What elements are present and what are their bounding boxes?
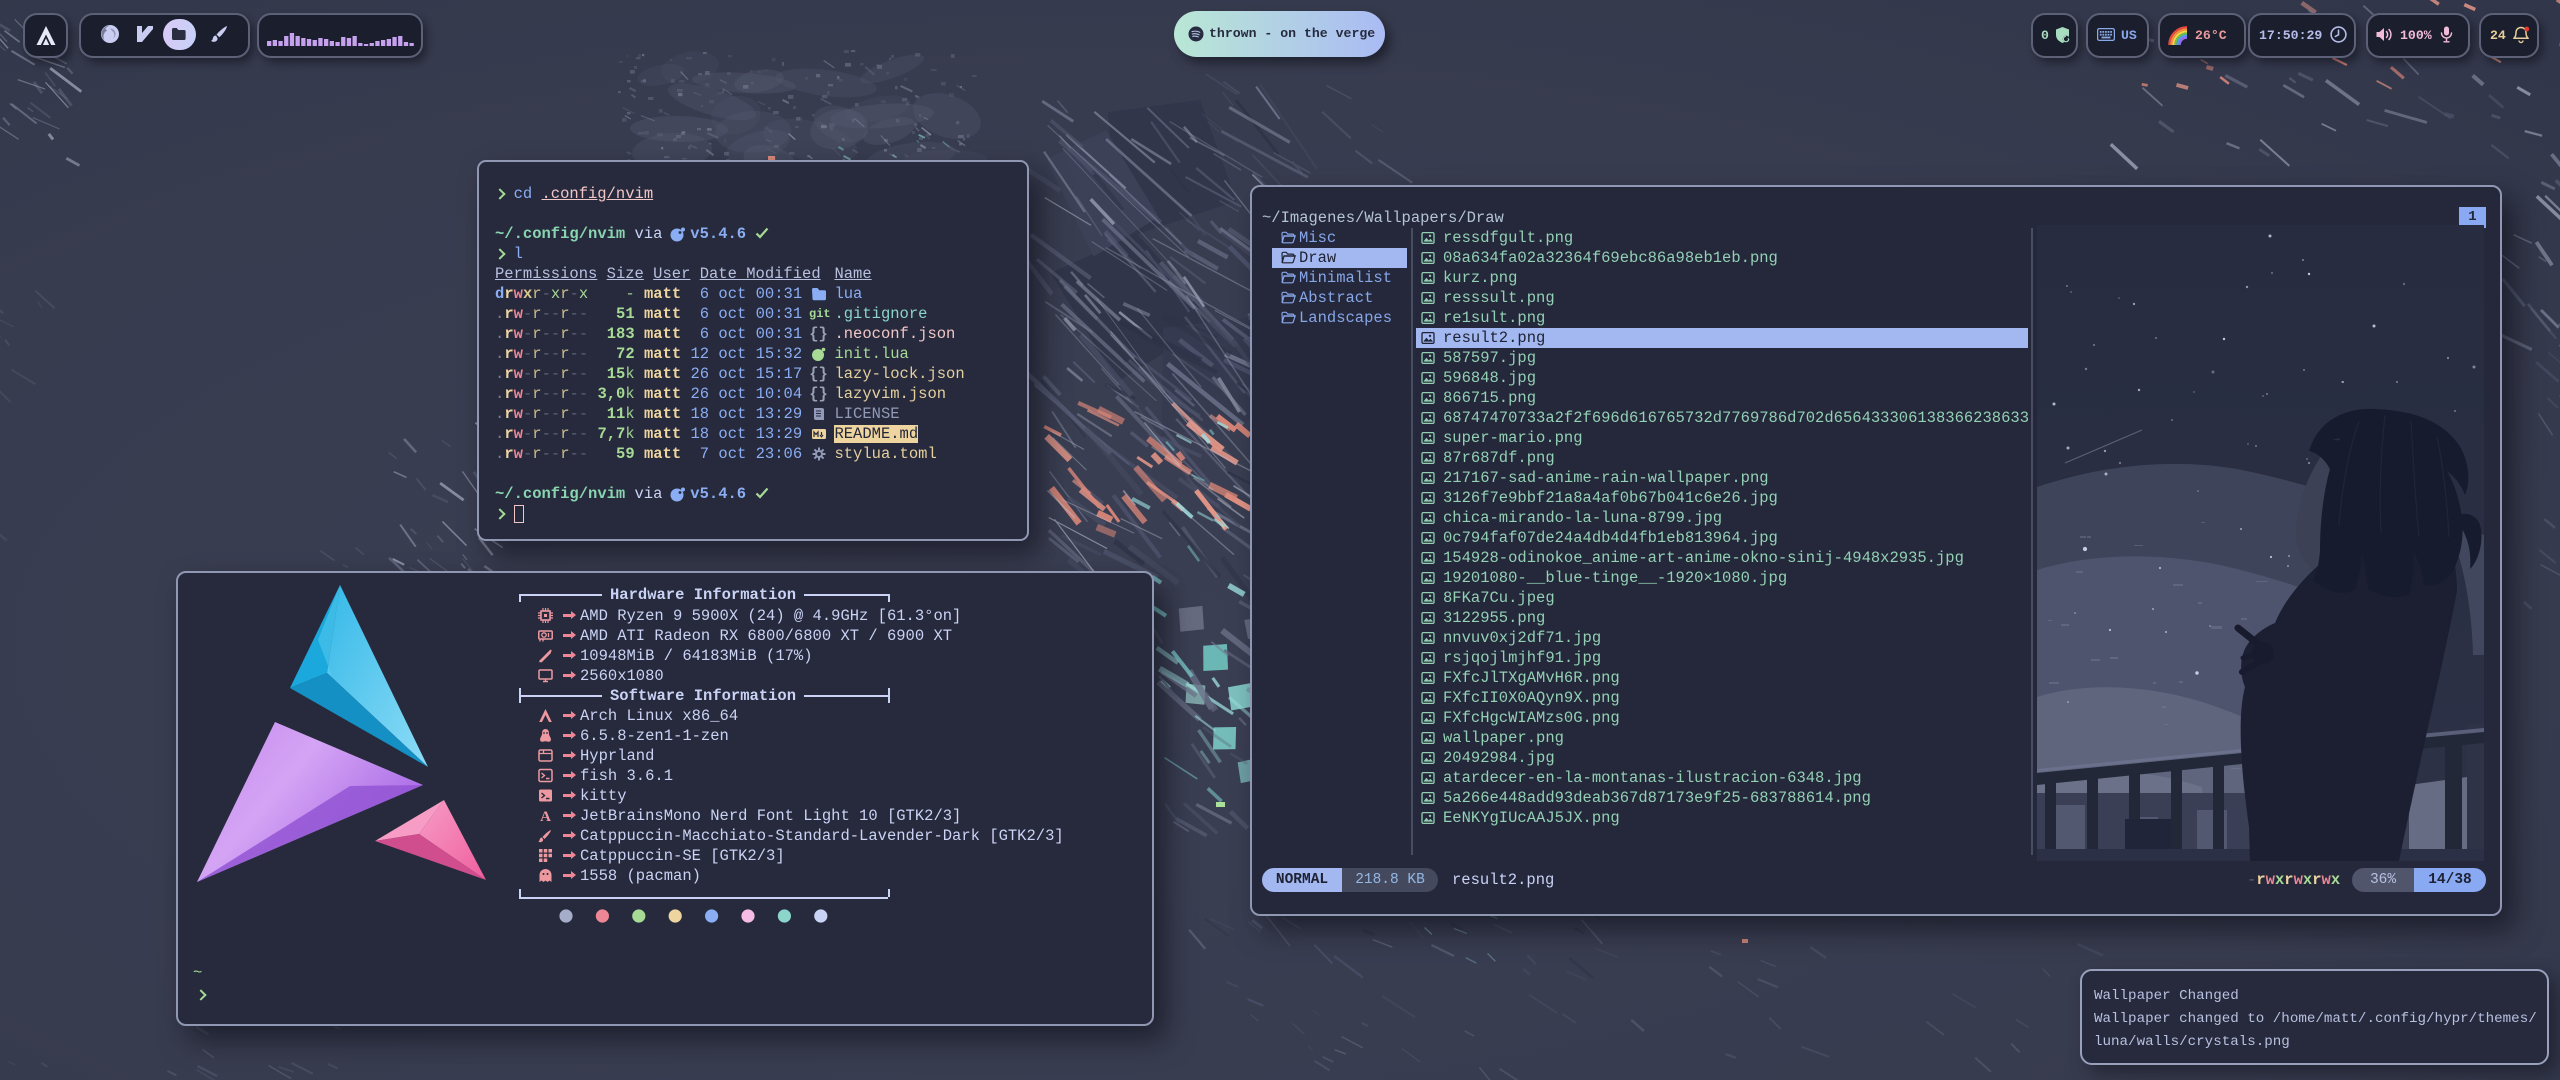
svg-text:A: A — [540, 809, 551, 823]
